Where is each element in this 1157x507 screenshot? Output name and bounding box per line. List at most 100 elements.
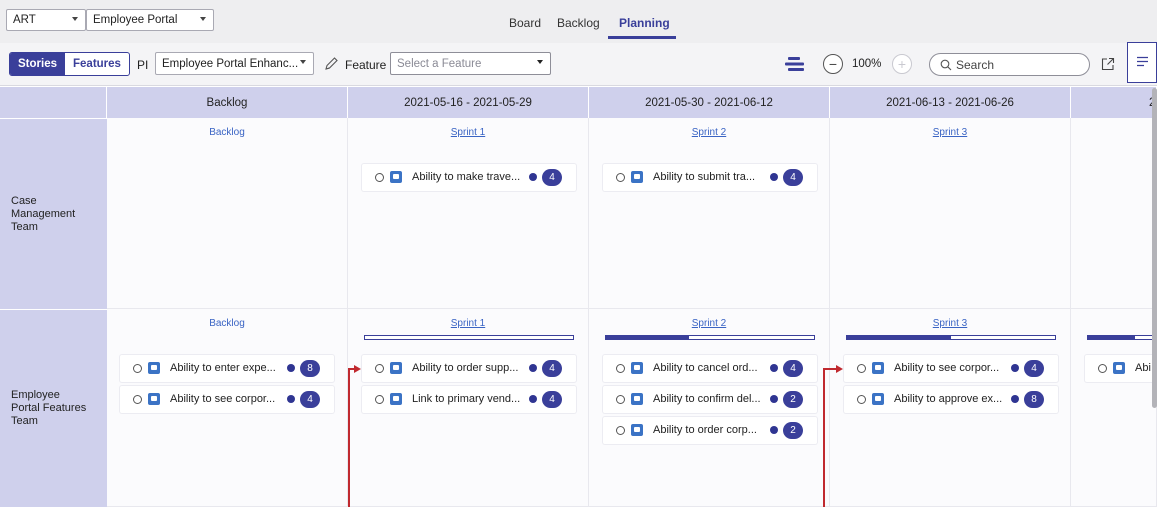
row-header: Employee Portal Features Team [0,309,107,507]
progress-fill [1088,336,1135,339]
tab-board[interactable]: Board [509,16,541,30]
status-dot [529,173,537,181]
grid-cell: Sprint 1 Ability to make trave... 4 [348,118,589,309]
dependency-line [823,368,837,370]
grid-cell: Sprint 1 Ability to order supp... 4 Link… [348,309,589,507]
sprint-progress-bar [1087,335,1156,340]
sprint-link[interactable]: Sprint 1 [451,318,485,329]
story-points-badge: 2 [783,422,803,439]
story-icon [148,393,160,405]
zoom-level: 100% [852,58,882,70]
search-input[interactable]: Search [929,53,1090,76]
sprint-link[interactable]: Sprint 3 [933,318,967,329]
tab-planning[interactable]: Planning [619,16,670,30]
story-card[interactable]: Ability to see corpor... 4 [844,355,1058,382]
story-icon [631,171,643,183]
story-icon [148,362,160,374]
chevron-down-icon [300,60,306,64]
story-card[interactable]: Ability to order supp... 4 [362,355,576,382]
menu-button[interactable] [1127,42,1157,83]
story-card[interactable]: Abi [1085,355,1156,382]
planning-grid: Backlog 2021-05-16 - 2021-05-29 2021-05-… [0,87,1157,507]
cell-link: Sprint 3 [830,127,1070,138]
status-dot [529,364,537,372]
story-title: Ability to see corpor... [170,393,276,405]
tab-backlog[interactable]: Backlog [557,16,600,30]
column-header: 2021-06-13 - 2021-06-26 [830,87,1071,118]
grid-cell: Sprint 2 Ability to submit tra... 4 [589,118,830,309]
column-header: 202 [1071,87,1157,118]
story-card[interactable]: Ability to submit tra... 4 [603,164,817,191]
feature-select[interactable]: Select a Feature [390,52,551,75]
sprint-progress-bar [846,335,1056,340]
story-card[interactable]: Ability to approve ex... 8 [844,386,1058,413]
sprint-link[interactable]: Sprint 3 [933,127,967,138]
sprint-link[interactable]: Sprint 1 [451,127,485,138]
grid-cell: Abi [1071,309,1157,507]
story-card[interactable]: Ability to make trave... 4 [362,164,576,191]
vertical-scrollbar[interactable] [1152,88,1157,408]
status-dot [287,364,295,372]
lines-toggle-icon[interactable] [782,55,808,73]
search-icon [940,59,952,71]
sprint-link[interactable]: Sprint 2 [692,127,726,138]
status-circle-icon [616,395,625,404]
features-toggle-button[interactable]: Features [65,53,129,75]
story-card[interactable]: Ability to cancel ord... 4 [603,355,817,382]
portal-select[interactable]: Employee Portal [86,9,214,31]
grid-cell: Sprint 2 Ability to cancel ord... 4 Abil… [589,309,830,507]
backlog-link[interactable]: Backlog [209,318,245,329]
status-circle-icon [857,364,866,373]
status-dot [1011,395,1019,403]
story-points-badge: 4 [542,360,562,377]
stories-toggle-button[interactable]: Stories [10,53,65,75]
zoom-in-button[interactable]: + [892,54,912,74]
cell-link: Sprint 2 [589,127,829,138]
story-title: Ability to order supp... [412,362,519,374]
story-card[interactable]: Ability to confirm del... 2 [603,386,817,413]
status-circle-icon [857,395,866,404]
story-card[interactable]: Ability to order corp... 2 [603,417,817,444]
backlog-link[interactable]: Backlog [209,127,245,138]
status-dot [770,173,778,181]
toolbar: Stories Features PI Employee Portal Enha… [0,43,1157,86]
status-dot [529,395,537,403]
cell-link: Backlog [107,318,347,329]
stories-features-toggle: Stories Features [9,52,130,76]
story-title: Link to primary vend... [412,393,521,405]
story-points-badge: 8 [300,360,320,377]
story-title: Ability to confirm del... [653,393,761,405]
story-points-badge: 4 [542,169,562,186]
pencil-icon[interactable] [322,55,340,73]
team-name: Employee Portal Features Team [11,389,87,427]
active-tab-indicator [608,36,676,39]
story-card[interactable]: Ability to enter expe... 8 [120,355,334,382]
plus-icon: + [897,56,907,72]
status-dot [287,395,295,403]
story-icon [631,362,643,374]
zoom-out-button[interactable]: − [823,54,843,74]
sprint-link[interactable]: Sprint 2 [692,318,726,329]
minus-icon: − [828,56,838,72]
progress-fill [847,336,951,339]
arrow-right-icon [354,365,361,373]
story-card[interactable]: Ability to see corpor... 4 [120,386,334,413]
dependency-line [823,368,825,507]
cell-link: Sprint 3 [830,318,1070,329]
art-select[interactable]: ART [6,9,86,31]
grid-cell: Sprint 3 Ability to see corpor... 4 Abil… [830,309,1071,507]
status-dot [770,395,778,403]
story-title: Ability to submit tra... [653,171,756,183]
story-card[interactable]: Link to primary vend... 4 [362,386,576,413]
art-select-value: ART [13,14,36,26]
grid-cell: Sprint 3 [830,118,1071,309]
external-link-icon[interactable] [1100,56,1116,72]
chevron-down-icon [200,17,206,21]
sprint-progress-bar [605,335,815,340]
progress-fill [606,336,690,339]
portal-select-value: Employee Portal [93,14,178,26]
arrow-right-icon [836,365,843,373]
status-circle-icon [616,173,625,182]
story-icon [872,393,884,405]
pi-select[interactable]: Employee Portal Enhanc... [155,52,314,75]
